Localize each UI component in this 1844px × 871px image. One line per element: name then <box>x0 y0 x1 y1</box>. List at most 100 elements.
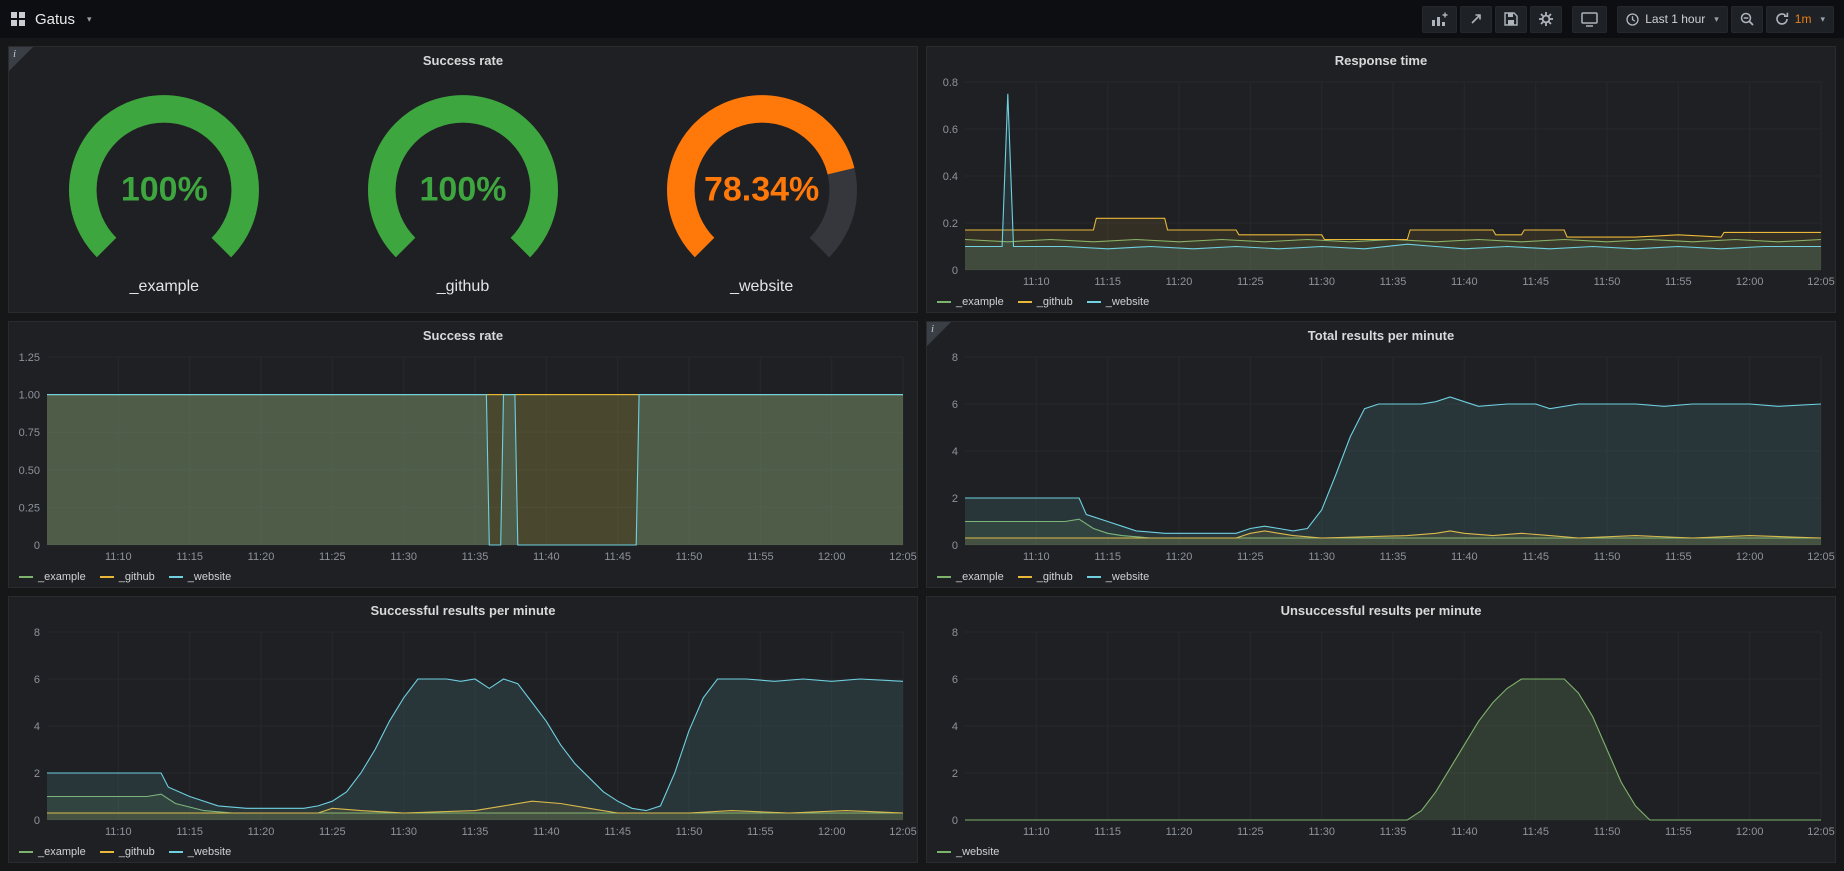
svg-text:11:45: 11:45 <box>604 551 631 563</box>
svg-text:2: 2 <box>952 493 958 505</box>
svg-text:8: 8 <box>952 352 958 364</box>
legend-item[interactable]: _github <box>1018 296 1073 308</box>
svg-text:4: 4 <box>952 721 958 733</box>
svg-text:11:35: 11:35 <box>1380 551 1407 563</box>
success-rate-chart[interactable]: 00.250.500.751.001.2511:1011:1511:2011:2… <box>9 347 917 567</box>
svg-text:4: 4 <box>34 721 40 733</box>
svg-text:11:15: 11:15 <box>176 826 203 838</box>
dashboard-grid: i Success rate 100% _example 100% _git <box>0 38 1844 871</box>
legend-item[interactable]: _example <box>937 296 1004 308</box>
unsuccessful-results-chart[interactable]: 0246811:1011:1511:2011:2511:3011:3511:40… <box>927 622 1835 842</box>
svg-text:11:55: 11:55 <box>1665 551 1692 563</box>
svg-text:6: 6 <box>34 674 40 686</box>
dashboard-title: Gatus <box>35 11 75 28</box>
svg-text:1.00: 1.00 <box>19 390 40 402</box>
svg-text:12:00: 12:00 <box>1736 276 1764 288</box>
svg-text:8: 8 <box>952 627 958 639</box>
save-icon <box>1504 12 1518 26</box>
svg-text:12:05: 12:05 <box>1807 826 1835 838</box>
legend-item[interactable]: _website <box>169 571 231 583</box>
panel-response-time: Response time 00.20.40.60.811:1011:1511:… <box>926 46 1836 313</box>
gear-icon <box>1539 12 1553 26</box>
svg-text:0.2: 0.2 <box>943 218 958 230</box>
legend-item[interactable]: _website <box>1087 571 1149 583</box>
legend-item[interactable]: _example <box>19 846 86 858</box>
legend-item[interactable]: _website <box>169 846 231 858</box>
dashboard-menu[interactable]: Gatus ▾ <box>10 11 92 28</box>
svg-text:12:00: 12:00 <box>1736 551 1764 563</box>
svg-text:0.75: 0.75 <box>19 427 40 439</box>
legend-item[interactable]: _github <box>100 571 155 583</box>
svg-text:11:20: 11:20 <box>248 551 275 563</box>
chart-legend: _example _github _website <box>927 567 1835 587</box>
zoom-out-button[interactable] <box>1731 6 1763 33</box>
svg-text:0.25: 0.25 <box>19 502 40 514</box>
svg-text:11:50: 11:50 <box>1594 826 1621 838</box>
panel-total-results: i Total results per minute 0246811:1011:… <box>926 321 1836 588</box>
save-dashboard-button[interactable] <box>1495 6 1527 33</box>
panel-info-corner[interactable]: i <box>9 47 33 71</box>
svg-text:11:20: 11:20 <box>1166 276 1193 288</box>
share-dashboard-button[interactable] <box>1460 6 1492 33</box>
svg-text:2: 2 <box>952 768 958 780</box>
add-panel-button[interactable] <box>1422 6 1457 33</box>
legend-item[interactable]: _example <box>19 571 86 583</box>
dashboard-settings-button[interactable] <box>1530 6 1562 33</box>
svg-text:0.8: 0.8 <box>943 77 958 89</box>
legend-item[interactable]: _website <box>937 846 999 858</box>
total-results-chart[interactable]: 0246811:1011:1511:2011:2511:3011:3511:40… <box>927 347 1835 567</box>
time-range-picker[interactable]: Last 1 hour ▾ <box>1617 6 1728 33</box>
panel-info-corner[interactable]: i <box>927 322 951 346</box>
legend-item[interactable]: _github <box>1018 571 1073 583</box>
svg-text:11:50: 11:50 <box>1594 551 1621 563</box>
gauge-example: 100% _example <box>33 80 295 296</box>
svg-text:11:25: 11:25 <box>1237 551 1264 563</box>
legend-item[interactable]: _example <box>937 571 1004 583</box>
svg-text:11:40: 11:40 <box>1451 551 1478 563</box>
panel-title[interactable]: Response time <box>927 47 1835 72</box>
panel-title[interactable]: Success rate <box>9 322 917 347</box>
refresh-picker[interactable]: 1m ▾ <box>1766 6 1834 33</box>
successful-results-chart[interactable]: 0246811:1011:1511:2011:2511:3011:3511:40… <box>9 622 917 842</box>
panel-title[interactable]: Successful results per minute <box>9 597 917 622</box>
svg-text:11:45: 11:45 <box>1522 276 1549 288</box>
cycle-view-button[interactable] <box>1572 6 1607 33</box>
legend-item[interactable]: _github <box>100 846 155 858</box>
svg-text:0.6: 0.6 <box>943 124 958 136</box>
svg-text:11:45: 11:45 <box>1522 826 1549 838</box>
svg-text:11:20: 11:20 <box>248 826 275 838</box>
svg-text:8: 8 <box>34 627 40 639</box>
svg-text:0: 0 <box>34 540 40 552</box>
navbar-actions: Last 1 hour ▾ 1m ▾ <box>1422 6 1834 33</box>
svg-text:11:30: 11:30 <box>1308 551 1335 563</box>
svg-text:11:40: 11:40 <box>1451 276 1478 288</box>
chevron-down-icon: ▾ <box>1714 14 1719 25</box>
share-icon <box>1469 12 1483 26</box>
svg-text:1.25: 1.25 <box>19 352 40 364</box>
svg-text:11:25: 11:25 <box>319 826 346 838</box>
svg-text:11:30: 11:30 <box>390 826 417 838</box>
svg-text:12:05: 12:05 <box>889 826 917 838</box>
svg-text:11:10: 11:10 <box>1023 551 1050 563</box>
gauge-website: 78.34% _website <box>631 80 893 296</box>
svg-text:4: 4 <box>952 446 958 458</box>
svg-text:12:00: 12:00 <box>1736 826 1764 838</box>
gauge-value: 78.34% <box>704 170 819 209</box>
svg-text:11:10: 11:10 <box>1023 276 1050 288</box>
add-panel-icon <box>1431 12 1448 27</box>
panel-title[interactable]: Unsuccessful results per minute <box>927 597 1835 622</box>
panel-title[interactable]: Success rate <box>9 47 917 72</box>
gauge-github: 100% _github <box>332 80 594 296</box>
chart-legend: _website <box>927 842 1835 862</box>
panel-title[interactable]: Total results per minute <box>927 322 1835 347</box>
info-icon: i <box>13 48 16 60</box>
legend-item[interactable]: _website <box>1087 296 1149 308</box>
svg-text:11:35: 11:35 <box>1380 826 1407 838</box>
svg-text:11:30: 11:30 <box>1308 826 1335 838</box>
gauge-value: 100% <box>121 170 208 209</box>
gauge-row: 100% _example 100% _github 78.34% <box>9 72 917 312</box>
svg-text:11:20: 11:20 <box>1166 826 1193 838</box>
response-time-chart[interactable]: 00.20.40.60.811:1011:1511:2011:2511:3011… <box>927 72 1835 292</box>
apps-grid-icon <box>10 11 26 27</box>
svg-text:0: 0 <box>952 815 958 827</box>
